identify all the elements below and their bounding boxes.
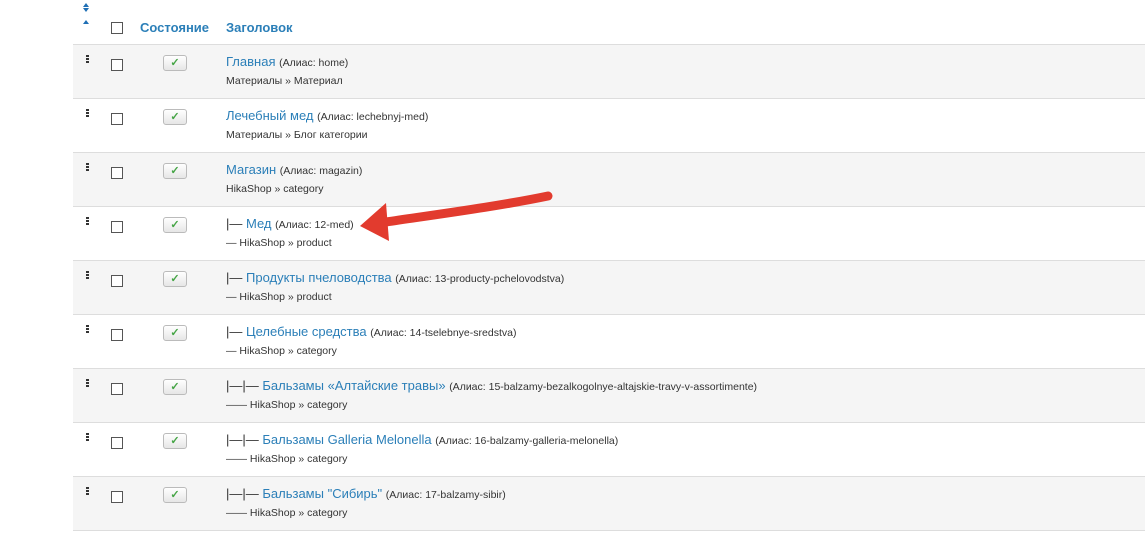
row-checkbox[interactable] — [111, 113, 123, 125]
table-row: ✓ Главная (Алиас: home) Материалы » Мате… — [73, 45, 1145, 99]
table-row: ✓ |— Продукты пчеловодства (Алиас: 13-pr… — [73, 261, 1145, 315]
item-alias: (Алиас: lechebnyj-med) — [317, 111, 429, 123]
item-type: —— HikaShop » category — [226, 507, 348, 519]
row-checkbox[interactable] — [111, 167, 123, 179]
row-title-line: |— Целебные средства (Алиас: 14-tselebny… — [226, 324, 516, 339]
level-prefix: |— — [226, 270, 246, 285]
item-type: Материалы » Блог категории — [226, 129, 368, 141]
table-header: Состояние Заголовок — [73, 0, 1145, 45]
row-title-line: |—|— Бальзамы «Алтайские травы» (Алиас: … — [226, 378, 757, 393]
item-title-link[interactable]: Главная — [226, 54, 275, 69]
table-row: ✓ |—|— Бальзамы Galleria Melonella (Алиа… — [73, 423, 1145, 477]
table-row: ✓ |— Целебные средства (Алиас: 14-tseleb… — [73, 315, 1145, 369]
row-checkbox[interactable] — [111, 329, 123, 341]
published-toggle[interactable]: ✓ — [163, 325, 187, 341]
drag-handle-icon[interactable] — [86, 271, 89, 280]
item-type: —— HikaShop » category — [226, 453, 348, 465]
checkmark-icon: ✓ — [170, 165, 180, 177]
item-title-link[interactable]: Целебные средства — [246, 324, 367, 339]
item-title-link[interactable]: Лечебный мед — [226, 108, 314, 123]
item-type: — HikaShop » category — [226, 345, 337, 357]
item-title-link[interactable]: Бальзамы «Алтайские травы» — [262, 378, 445, 393]
table-row: ✓ |—|— Бальзамы "Сибирь" (Алиас: 17-balz… — [73, 477, 1145, 531]
table-row: ✓ Лечебный мед (Алиас: lechebnyj-med) Ма… — [73, 99, 1145, 153]
level-prefix: |— — [226, 216, 246, 231]
item-alias: (Алиас: magazin) — [279, 165, 363, 177]
drag-handle-icon[interactable] — [86, 217, 89, 226]
item-title-link[interactable]: Бальзамы "Сибирь" — [262, 486, 382, 501]
level-prefix: |— — [226, 324, 246, 339]
sort-order-icon[interactable] — [83, 3, 93, 24]
item-alias: (Алиас: 17-balzamy-sibir) — [385, 489, 506, 501]
checkmark-icon: ✓ — [170, 111, 180, 123]
published-toggle[interactable]: ✓ — [163, 217, 187, 233]
drag-handle-icon[interactable] — [86, 109, 89, 118]
drag-handle-icon[interactable] — [86, 163, 89, 172]
drag-handle-icon[interactable] — [86, 55, 89, 64]
checkmark-icon: ✓ — [170, 273, 180, 285]
item-alias: (Алиас: 15-balzamy-bezalkogolnye-altajsk… — [449, 381, 758, 393]
published-toggle[interactable]: ✓ — [163, 163, 187, 179]
published-toggle[interactable]: ✓ — [163, 271, 187, 287]
published-toggle[interactable]: ✓ — [163, 109, 187, 125]
row-checkbox[interactable] — [111, 437, 123, 449]
drag-handle-icon[interactable] — [86, 433, 89, 442]
checkmark-icon: ✓ — [170, 435, 180, 447]
item-title-link[interactable]: Бальзамы Galleria Melonella — [262, 432, 431, 447]
level-prefix: |—|— — [226, 432, 263, 447]
row-title-line: |—|— Бальзамы "Сибирь" (Алиас: 17-balzam… — [226, 486, 506, 501]
published-toggle[interactable]: ✓ — [163, 55, 187, 71]
item-type: HikaShop » category — [226, 183, 324, 195]
row-checkbox[interactable] — [111, 221, 123, 233]
checkmark-icon: ✓ — [170, 219, 180, 231]
row-checkbox[interactable] — [111, 383, 123, 395]
item-title-link[interactable]: Продукты пчеловодства — [246, 270, 392, 285]
item-alias: (Алиас: 16-balzamy-galleria-melonella) — [435, 435, 619, 447]
item-alias: (Алиас: home) — [279, 57, 349, 69]
item-alias: (Алиас: 14-tselebnye-sredstva) — [370, 327, 517, 339]
checkmark-icon: ✓ — [170, 327, 180, 339]
level-prefix: |—|— — [226, 378, 263, 393]
drag-handle-icon[interactable] — [86, 379, 89, 388]
row-checkbox[interactable] — [111, 275, 123, 287]
drag-handle-icon[interactable] — [86, 325, 89, 334]
row-title-line: Лечебный мед (Алиас: lechebnyj-med) — [226, 108, 428, 123]
item-type: —— HikaShop » category — [226, 399, 348, 411]
published-toggle[interactable]: ✓ — [163, 433, 187, 449]
row-title-line: |— Продукты пчеловодства (Алиас: 13-prod… — [226, 270, 564, 285]
item-alias: (Алиас: 12-med) — [275, 219, 354, 231]
select-all-checkbox[interactable] — [111, 22, 123, 34]
row-title-line: Магазин (Алиас: magazin) — [226, 162, 362, 177]
row-checkbox[interactable] — [111, 59, 123, 71]
row-checkbox[interactable] — [111, 491, 123, 503]
drag-handle-icon[interactable] — [86, 487, 89, 496]
item-title-link[interactable]: Мед — [246, 216, 272, 231]
title-column-header[interactable]: Заголовок — [226, 20, 293, 35]
row-title-line: Главная (Алиас: home) — [226, 54, 348, 69]
level-prefix: |—|— — [226, 486, 263, 501]
menu-items-table: Состояние Заголовок ✓ Главная (Алиас: ho… — [73, 0, 1145, 531]
row-title-line: |— Мед (Алиас: 12-med) — [226, 216, 354, 231]
checkmark-icon: ✓ — [170, 381, 180, 393]
published-toggle[interactable]: ✓ — [163, 487, 187, 503]
item-type: — HikaShop » product — [226, 237, 332, 249]
state-column-header[interactable]: Состояние — [140, 20, 209, 35]
item-alias: (Алиас: 13-producty-pchelovodstva) — [395, 273, 565, 285]
row-title-line: |—|— Бальзамы Galleria Melonella (Алиас:… — [226, 432, 618, 447]
published-toggle[interactable]: ✓ — [163, 379, 187, 395]
table-row: ✓ |— Мед (Алиас: 12-med) — HikaShop » pr… — [73, 207, 1145, 261]
table-row: ✓ |—|— Бальзамы «Алтайские травы» (Алиас… — [73, 369, 1145, 423]
checkmark-icon: ✓ — [170, 57, 180, 69]
item-type: Материалы » Материал — [226, 75, 343, 87]
item-title-link[interactable]: Магазин — [226, 162, 276, 177]
item-type: — HikaShop » product — [226, 291, 332, 303]
table-row: ✓ Магазин (Алиас: magazin) HikaShop » ca… — [73, 153, 1145, 207]
checkmark-icon: ✓ — [170, 489, 180, 501]
